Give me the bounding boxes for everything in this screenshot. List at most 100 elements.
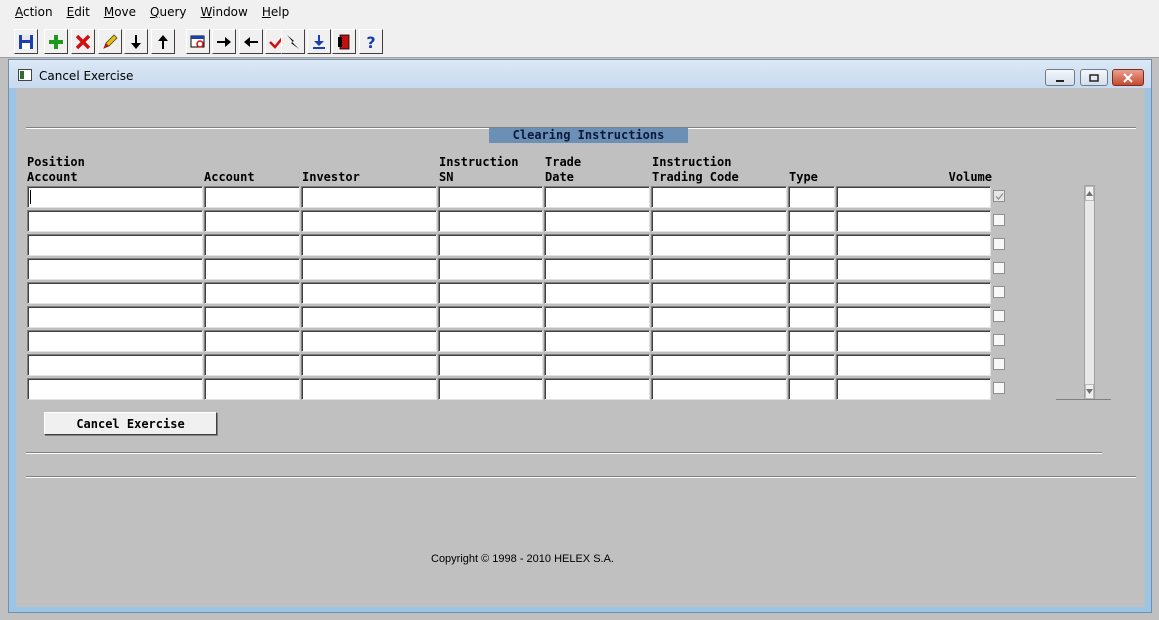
cell-type[interactable] xyxy=(788,378,835,400)
cell-instruction-sn[interactable] xyxy=(438,210,543,232)
menu-query[interactable]: Query xyxy=(143,5,193,19)
row-select-checkbox[interactable] xyxy=(993,334,1005,346)
cell-position-account[interactable] xyxy=(27,282,203,304)
cell-trade-date[interactable] xyxy=(544,306,650,328)
next-record-button[interactable] xyxy=(124,29,148,54)
cell-type[interactable] xyxy=(788,306,835,328)
row-select-checkbox[interactable] xyxy=(993,310,1005,322)
cell-investor[interactable] xyxy=(301,186,437,208)
flash-button[interactable] xyxy=(281,29,305,54)
cell-account[interactable] xyxy=(204,258,300,280)
cell-instruction-sn[interactable] xyxy=(438,234,543,256)
cell-trade-date[interactable] xyxy=(544,330,650,352)
cell-instruction-trading-code[interactable] xyxy=(651,210,787,232)
cell-instruction-sn[interactable] xyxy=(438,306,543,328)
cell-trade-date[interactable] xyxy=(544,186,650,208)
cell-instruction-trading-code[interactable] xyxy=(651,186,787,208)
cell-instruction-trading-code[interactable] xyxy=(651,234,787,256)
cell-volume[interactable] xyxy=(836,282,991,304)
cell-type[interactable] xyxy=(788,210,835,232)
cell-trade-date[interactable] xyxy=(544,210,650,232)
cell-instruction-trading-code[interactable] xyxy=(651,306,787,328)
cell-volume[interactable] xyxy=(836,186,991,208)
cell-account[interactable] xyxy=(204,210,300,232)
cell-account[interactable] xyxy=(204,378,300,400)
close-button[interactable] xyxy=(1112,69,1144,86)
cell-instruction-sn[interactable] xyxy=(438,330,543,352)
cell-instruction-trading-code[interactable] xyxy=(651,258,787,280)
cell-account[interactable] xyxy=(204,186,300,208)
download-button[interactable] xyxy=(307,29,331,54)
cell-instruction-trading-code[interactable] xyxy=(651,330,787,352)
save-button[interactable] xyxy=(14,29,38,54)
cell-account[interactable] xyxy=(204,330,300,352)
restore-button[interactable] xyxy=(1080,69,1108,86)
cell-account[interactable] xyxy=(204,354,300,376)
cell-investor[interactable] xyxy=(301,258,437,280)
cell-account[interactable] xyxy=(204,282,300,304)
next-block-button[interactable] xyxy=(212,29,236,54)
cell-position-account[interactable] xyxy=(27,378,203,400)
cell-trade-date[interactable] xyxy=(544,378,650,400)
cell-type[interactable] xyxy=(788,234,835,256)
cancel-exercise-button[interactable]: Cancel Exercise xyxy=(44,412,217,435)
cell-investor[interactable] xyxy=(301,330,437,352)
cell-type[interactable] xyxy=(788,258,835,280)
cell-investor[interactable] xyxy=(301,234,437,256)
previous-block-button[interactable] xyxy=(239,29,263,54)
menu-action[interactable]: Action xyxy=(8,5,60,19)
previous-record-button[interactable] xyxy=(151,29,175,54)
cell-instruction-sn[interactable] xyxy=(438,282,543,304)
cell-volume[interactable] xyxy=(836,330,991,352)
cell-volume[interactable] xyxy=(836,210,991,232)
grid-scrollbar[interactable] xyxy=(1084,185,1095,400)
cell-investor[interactable] xyxy=(301,354,437,376)
cell-instruction-sn[interactable] xyxy=(438,378,543,400)
cell-position-account[interactable] xyxy=(27,354,203,376)
cell-position-account[interactable] xyxy=(27,330,203,352)
menu-edit[interactable]: Edit xyxy=(60,5,97,19)
row-select-checkbox[interactable] xyxy=(993,286,1005,298)
cell-investor[interactable] xyxy=(301,378,437,400)
menu-move[interactable]: Move xyxy=(97,5,143,19)
query-button[interactable] xyxy=(186,29,210,54)
cell-instruction-sn[interactable] xyxy=(438,186,543,208)
cell-trade-date[interactable] xyxy=(544,234,650,256)
cell-volume[interactable] xyxy=(836,258,991,280)
cell-instruction-sn[interactable] xyxy=(438,354,543,376)
row-select-checkbox[interactable] xyxy=(993,382,1005,394)
cell-type[interactable] xyxy=(788,186,835,208)
cell-instruction-trading-code[interactable] xyxy=(651,354,787,376)
cell-instruction-trading-code[interactable] xyxy=(651,378,787,400)
cell-volume[interactable] xyxy=(836,354,991,376)
row-select-checkbox[interactable] xyxy=(993,214,1005,226)
menu-window[interactable]: Window xyxy=(194,5,255,19)
cell-position-account[interactable] xyxy=(27,234,203,256)
cell-account[interactable] xyxy=(204,306,300,328)
cell-volume[interactable] xyxy=(836,378,991,400)
scroll-up-button[interactable] xyxy=(1085,186,1094,201)
window-titlebar[interactable]: Cancel Exercise xyxy=(9,60,1151,88)
row-select-checkbox[interactable] xyxy=(993,358,1005,370)
cell-investor[interactable] xyxy=(301,210,437,232)
cell-trade-date[interactable] xyxy=(544,354,650,376)
cell-position-account[interactable] xyxy=(27,210,203,232)
cell-position-account[interactable] xyxy=(27,186,203,208)
cell-instruction-sn[interactable] xyxy=(438,258,543,280)
edit-button[interactable] xyxy=(98,29,122,54)
cell-position-account[interactable] xyxy=(27,306,203,328)
cell-trade-date[interactable] xyxy=(544,282,650,304)
cell-trade-date[interactable] xyxy=(544,258,650,280)
cell-type[interactable] xyxy=(788,354,835,376)
cell-investor[interactable] xyxy=(301,306,437,328)
cell-type[interactable] xyxy=(788,282,835,304)
exit-button[interactable] xyxy=(332,29,356,54)
cell-type[interactable] xyxy=(788,330,835,352)
cell-volume[interactable] xyxy=(836,306,991,328)
cell-investor[interactable] xyxy=(301,282,437,304)
row-select-checkbox[interactable] xyxy=(993,190,1005,202)
cell-volume[interactable] xyxy=(836,234,991,256)
cell-position-account[interactable] xyxy=(27,258,203,280)
menu-help[interactable]: Help xyxy=(255,5,296,19)
row-select-checkbox[interactable] xyxy=(993,238,1005,250)
